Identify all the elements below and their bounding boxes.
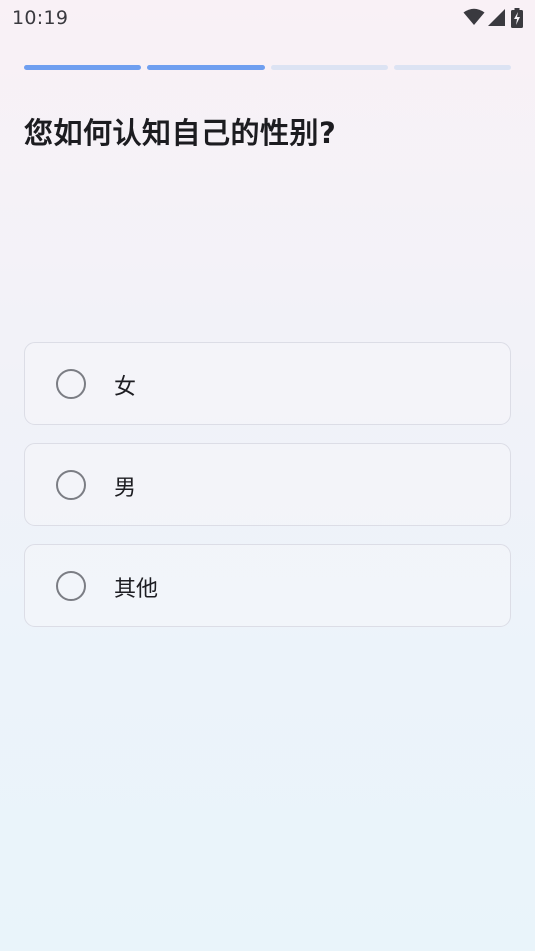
radio-unchecked-icon[interactable] <box>56 369 86 399</box>
option-label: 男 <box>114 476 137 501</box>
progress-indicator <box>24 65 511 71</box>
option-list: 女 男 其他 <box>24 342 511 645</box>
option-label: 其他 <box>114 577 159 602</box>
cell-signal-icon <box>488 9 505 26</box>
option-other[interactable]: 其他 <box>24 544 511 627</box>
radio-unchecked-icon[interactable] <box>56 470 86 500</box>
option-label: 女 <box>114 375 137 400</box>
progress-step <box>147 65 265 70</box>
option-male[interactable]: 男 <box>24 443 511 526</box>
battery-charging-icon <box>511 8 523 28</box>
progress-step <box>270 65 388 70</box>
option-female[interactable]: 女 <box>24 342 511 425</box>
progress-step <box>24 65 142 70</box>
status-time: 10:19 <box>12 7 69 29</box>
question-title: 您如何认知自己的性别? <box>24 116 337 150</box>
status-bar: 10:19 <box>0 0 535 38</box>
wifi-icon <box>463 8 485 25</box>
radio-unchecked-icon[interactable] <box>56 571 86 601</box>
progress-step <box>393 65 511 70</box>
